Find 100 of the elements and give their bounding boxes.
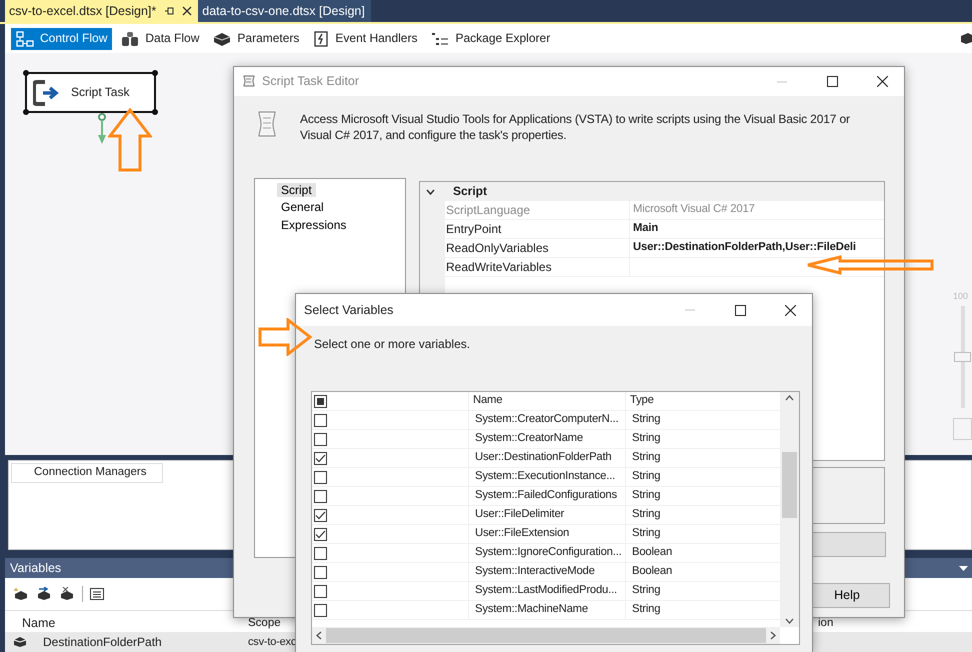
flowchart-icon — [16, 30, 34, 46]
vertical-scrollbar[interactable] — [780, 392, 799, 627]
connector-arrow — [95, 113, 109, 145]
column-header: Scope — [248, 617, 281, 630]
table-cell: String — [632, 603, 660, 617]
property-value[interactable]: User::DestinationFolderPath,User::FileDeli — [633, 241, 856, 255]
scroll-left-icon[interactable] — [316, 631, 322, 640]
variable-icon — [13, 636, 27, 648]
pin-icon[interactable] — [164, 6, 174, 16]
checkbox[interactable] — [314, 470, 327, 484]
table-cell: String — [632, 451, 660, 465]
minimize-icon — [777, 80, 787, 82]
column-header: Type — [630, 394, 654, 408]
scroll-right-icon[interactable] — [770, 631, 776, 640]
checkbox[interactable] — [314, 508, 327, 522]
checkbox[interactable] — [314, 432, 327, 446]
column-header: ion — [818, 617, 834, 630]
page-item[interactable]: Script — [277, 183, 316, 198]
checkbox[interactable] — [314, 528, 327, 540]
prompt-text: Select one or more variables. — [314, 337, 470, 351]
page-item[interactable]: General — [277, 200, 328, 215]
table-cell: System::IgnoreConfiguration... — [475, 546, 622, 560]
table-cell: System::FailedConfigurations — [475, 489, 617, 503]
column-header: Name — [22, 616, 56, 630]
table-cell: String — [632, 508, 660, 522]
minimize-icon — [685, 309, 695, 311]
collapse-icon[interactable] — [426, 188, 435, 194]
page-item[interactable]: Expressions — [277, 218, 350, 232]
window-title: Script Task Editor — [262, 74, 360, 89]
table-cell: Boolean — [632, 546, 672, 560]
horizontal-scrollbar[interactable] — [312, 627, 780, 644]
scroll-icon — [242, 75, 256, 88]
box-icon[interactable] — [960, 32, 972, 44]
panel-title: Variables — [10, 560, 62, 576]
document-tab[interactable]: csv-to-excel.dtsx [Design]* — [5, 0, 198, 22]
table-cell: User::FileDelimiter — [475, 508, 564, 522]
property-value[interactable]: Main — [633, 222, 658, 236]
check-icon — [315, 510, 326, 520]
column-header: Name — [473, 394, 502, 408]
slider-thumb[interactable] — [954, 352, 971, 362]
script-task-node[interactable]: Script Task — [25, 72, 156, 113]
table-cell: User::FileExtension — [475, 527, 570, 541]
checkbox[interactable] — [314, 546, 327, 560]
table-cell: System::CreatorComputerN... — [475, 413, 618, 427]
scrollbar-thumb[interactable] — [782, 452, 797, 518]
maximize-icon — [826, 76, 838, 87]
scroll-up-icon[interactable] — [785, 395, 794, 401]
designer-tab[interactable]: Event Handlers — [308, 28, 422, 50]
delete-variable-icon[interactable] — [59, 587, 75, 601]
table-cell: DestinationFolderPath — [43, 634, 162, 649]
close-icon[interactable] — [182, 6, 192, 16]
checkbox[interactable] — [314, 490, 327, 502]
table-cell: System::MachineName — [475, 603, 588, 617]
checkbox[interactable] — [314, 414, 327, 426]
table-cell: User::DestinationFolderPath — [475, 451, 612, 465]
document-tab[interactable]: data-to-csv-one.dtsx [Design] — [198, 0, 371, 22]
move-variable-icon[interactable] — [36, 587, 52, 601]
scrollbar-thumb[interactable] — [326, 628, 766, 643]
box-icon — [213, 30, 232, 46]
maximize-icon — [734, 304, 746, 316]
checkbox[interactable] — [314, 452, 327, 464]
property-name: ScriptLanguage — [446, 202, 530, 218]
list-icon[interactable] — [90, 588, 104, 600]
checkbox[interactable] — [314, 584, 327, 598]
table-cell: System::ExecutionInstance... — [475, 470, 616, 484]
table-cell: System::CreatorName — [475, 432, 583, 446]
window-title: Select Variables — [304, 302, 394, 318]
table-cell: csv-to-exc — [248, 636, 296, 648]
annotation-arrow — [108, 108, 152, 172]
check-icon — [315, 530, 326, 538]
description-text: Access Microsoft Visual Studio Tools for Applications (VSTA) to write scripts using the Visual Basic 2017 or Visual C# 2017, and configure the task's properties. — [300, 111, 851, 144]
property-name: EntryPoint — [446, 222, 502, 236]
category-label: Script — [453, 184, 488, 199]
table-cell: Boolean — [632, 565, 672, 579]
annotation-arrow — [258, 318, 312, 356]
close-icon — [784, 304, 796, 316]
table-cell: System::InteractiveMode — [475, 565, 595, 579]
table-cell: String — [632, 584, 660, 598]
designer-tab[interactable]: Data Flow — [116, 28, 204, 50]
table-cell: System::LastModifiedProdu... — [475, 584, 617, 598]
checkbox[interactable] — [314, 566, 327, 578]
task-label: Script Task — [71, 85, 130, 100]
designer-tab[interactable]: Parameters — [208, 28, 304, 50]
table-cell: String — [632, 413, 660, 427]
zoom-label: 100 — [953, 291, 968, 302]
scroll-down-icon[interactable] — [785, 618, 794, 624]
table-cell: String — [632, 489, 660, 503]
table-cell: String — [632, 470, 660, 484]
designer-tab[interactable]: Package Explorer — [426, 28, 556, 50]
panel-tab[interactable]: Connection Managers — [11, 463, 163, 483]
script-task-icon — [33, 80, 61, 106]
lightning-document-icon — [313, 30, 330, 46]
dropdown-icon[interactable] — [959, 566, 968, 570]
scroll-icon — [256, 111, 278, 137]
designer-tab[interactable]: Control Flow — [11, 28, 112, 50]
checkbox[interactable] — [314, 604, 327, 616]
check-icon — [315, 454, 326, 462]
property-name: ReadOnlyVariables — [446, 240, 548, 256]
new-variable-icon[interactable] — [13, 587, 29, 601]
select-all-checkbox[interactable] — [314, 394, 327, 408]
